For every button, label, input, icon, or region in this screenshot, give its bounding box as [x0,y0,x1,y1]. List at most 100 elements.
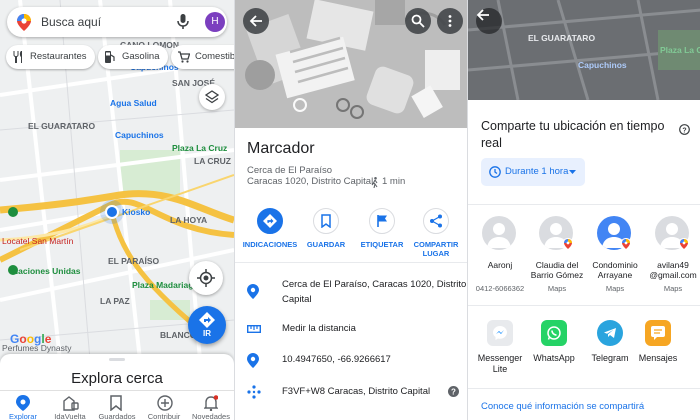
messages-icon [651,326,665,340]
map-label: Plaza La C [660,45,700,55]
walking-icon [371,175,379,193]
help-icon[interactable]: ? [448,386,459,397]
place-details-screen: Marcador Cerca de El Paraíso Caracas 102… [234,0,467,420]
place-actions: INDICACIONES GUARDAR ETIQUETAR COMPARTIR… [235,208,467,263]
cart-icon [178,51,190,63]
arrow-back-icon [249,15,262,27]
duration-label: Durante 1 hora [505,166,569,177]
action-label: ETIQUETAR [360,240,404,249]
chip-restaurants[interactable]: Restaurantes [6,45,95,69]
contact-detail: 0412-6066362 [475,284,525,293]
layers-button[interactable] [199,84,225,110]
coordinates-text: 10.4947650, -66.9266617 [282,354,391,365]
address-line-2: Capital [282,294,312,305]
flag-icon [377,215,387,227]
back-button[interactable] [476,8,502,34]
contact-detail: Maps [547,284,567,293]
place-locality: Caracas 1020, Distrito Capital [247,176,374,187]
nav-contribute[interactable]: Contribuir [141,391,187,420]
contact-name: avilan49 @gmail.com [649,260,697,280]
share-location-screen: EL GUARATARO Capuchinos Plaza La C Compa… [467,0,700,420]
maps-pin-icon [17,14,31,36]
chip-label: Restaurantes [30,51,87,62]
explore-sheet[interactable]: Explora cerca [0,354,234,390]
contact-name: Aaronj [487,260,513,270]
map-label: EL PARAÍSO [108,256,160,266]
plus-code-text: F3VF+W8 Caracas, Distrito Capital [282,386,431,397]
nav-commute[interactable]: IdaVuelta [47,391,93,420]
app-icon-background [645,320,671,346]
share-title: Comparte tu ubicación en tiempo real [481,119,665,150]
maps-badge-icon [562,238,574,250]
ruler-icon [247,325,261,333]
sheet-handle[interactable] [109,358,125,361]
back-button[interactable] [243,8,269,34]
account-avatar[interactable]: H [205,12,225,32]
directions-icon [199,312,215,328]
placeholder-illustration [235,0,467,128]
app-icon-background [597,320,623,346]
chip-groceries[interactable]: Comestibles [171,45,234,69]
app-name: WhatsApp [533,353,575,363]
my-location-button[interactable] [189,261,223,295]
map-label: Plaza Madariaga [132,280,199,290]
contact-name: Condominio Arrayane [592,260,638,280]
bookmark-icon [110,395,122,411]
more-options-button[interactable] [437,8,463,34]
address-line-1: Cerca de El Paraíso, Caracas 1020, Distr… [282,279,467,290]
google-logo: Google [10,332,52,346]
nav-updates[interactable]: Novedades [188,391,234,420]
clock-icon [489,166,501,178]
map-label: LA PAZ [100,296,130,306]
add-circle-icon [157,395,173,411]
chip-gas[interactable]: Gasolina [98,45,168,69]
microphone-icon[interactable] [177,14,189,35]
go-button[interactable]: IR [188,306,226,344]
maps-badge-icon [620,238,632,250]
bookmark-icon [321,214,331,228]
search-input[interactable]: Busca aquí [41,15,101,29]
nav-explore[interactable]: Explorar [0,391,46,420]
telegram-icon [604,328,616,338]
place-title: Marcador [247,140,315,157]
help-icon[interactable]: ? [679,124,690,135]
map-label: Agua Salud [110,98,157,108]
map-label: Plaza La Cruz [172,143,228,153]
location-pin-icon [247,284,259,299]
place-photo[interactable] [235,0,467,128]
map-label: LA HOYA [170,215,208,225]
avatar [482,216,516,250]
nav-label: Contribuir [147,412,181,420]
walk-time: 1 min [382,176,406,187]
bottom-navigation: Explorar IdaVuelta Guardados Contribuir … [0,390,234,420]
action-label: COMPARTIR LUGAR [413,240,459,258]
directions-action-circle[interactable] [257,208,283,234]
search-button[interactable] [405,8,431,34]
svg-text:?: ? [451,388,456,397]
label-action-circle[interactable] [369,208,395,234]
my-location-icon [197,269,215,287]
explore-map-screen: CANO LOMON SAN JOSÉ Capuchinos Agua Salu… [0,0,234,420]
more-vert-icon [448,15,452,27]
map-label: Kiosko [122,207,151,217]
app-name: Messenger Lite [477,353,523,374]
contact-detail: Maps [663,284,683,293]
nav-saved[interactable]: Guardados [94,391,140,420]
map-label: Locatel San Martín [2,236,74,246]
fork-knife-icon [13,51,22,63]
maps-badge-icon [678,238,690,250]
plus-code-icon [247,385,261,399]
share-action-circle[interactable] [423,208,449,234]
arrow-back-icon [476,9,489,21]
location-pin-icon [247,353,259,368]
gas-pump-icon [105,51,115,63]
save-action-circle[interactable] [313,208,339,234]
search-bar[interactable]: Busca aquí H [7,7,227,37]
map-label: Naciones Unidas [12,266,81,276]
shared-info-link[interactable]: Conoce qué información se compartirá [481,401,644,412]
app-icon-background [541,320,567,346]
duration-selector[interactable]: Durante 1 hora [481,158,585,186]
go-button-label: IR [203,329,211,338]
nav-label: Guardados [98,412,136,420]
divider [468,204,700,205]
